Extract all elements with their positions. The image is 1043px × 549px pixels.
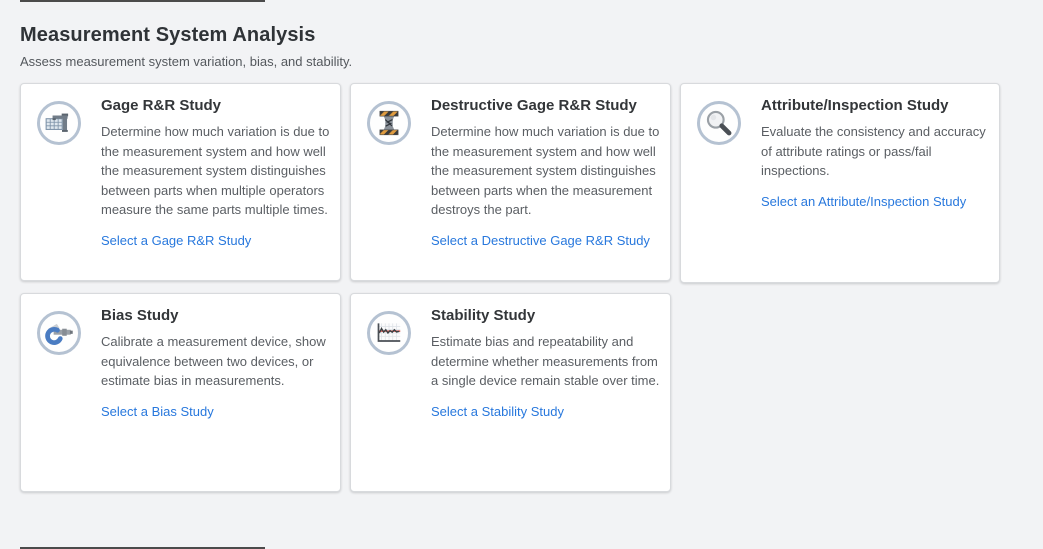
- page-title: Measurement System Analysis: [20, 24, 352, 47]
- card-destructive-gage-rr-study: Destructive Gage R&R Study Determine how…: [350, 83, 671, 281]
- select-gage-rr-study-link[interactable]: Select a Gage R&R Study: [101, 233, 251, 248]
- select-destructive-gage-rr-study-link[interactable]: Select a Destructive Gage R&R Study: [431, 233, 650, 248]
- card-description: Determine how much variation is due to t…: [431, 122, 662, 220]
- bias-study-icon: [37, 311, 81, 355]
- card-title: Stability Study: [431, 307, 662, 324]
- select-attribute-inspection-study-link[interactable]: Select an Attribute/Inspection Study: [761, 194, 966, 209]
- card-content: Gage R&R Study Determine how much variat…: [101, 97, 332, 280]
- card-description: Estimate bias and repeatability and dete…: [431, 332, 662, 391]
- card-content: Attribute/Inspection Study Evaluate the …: [761, 97, 991, 282]
- card-title: Destructive Gage R&R Study: [431, 97, 662, 114]
- stability-study-icon: [367, 311, 411, 355]
- destructive-gage-rr-icon: [367, 101, 411, 145]
- card-content: Destructive Gage R&R Study Determine how…: [431, 97, 662, 280]
- card-stability-study: Stability Study Estimate bias and repeat…: [350, 293, 671, 492]
- card-description: Calibrate a measurement device, show equ…: [101, 332, 332, 391]
- card-description: Evaluate the consistency and accuracy of…: [761, 122, 991, 181]
- page-header: Measurement System Analysis Assess measu…: [20, 24, 352, 69]
- select-stability-study-link[interactable]: Select a Stability Study: [431, 404, 564, 419]
- card-attribute-inspection-study: Attribute/Inspection Study Evaluate the …: [680, 83, 1000, 283]
- card-bias-study: Bias Study Calibrate a measurement devic…: [20, 293, 341, 492]
- card-gage-rr-study: Gage R&R Study Determine how much variat…: [20, 83, 341, 281]
- card-title: Attribute/Inspection Study: [761, 97, 991, 114]
- window-border-artifact-top: [20, 0, 265, 2]
- page-subtitle: Assess measurement system variation, bia…: [20, 54, 352, 69]
- gage-rr-icon: [37, 101, 81, 145]
- card-description: Determine how much variation is due to t…: [101, 122, 332, 220]
- card-content: Bias Study Calibrate a measurement devic…: [101, 307, 332, 491]
- select-bias-study-link[interactable]: Select a Bias Study: [101, 404, 214, 419]
- attribute-inspection-icon: [697, 101, 741, 145]
- card-title: Bias Study: [101, 307, 332, 324]
- measurement-system-analysis-page: Measurement System Analysis Assess measu…: [0, 0, 1043, 549]
- card-title: Gage R&R Study: [101, 97, 332, 114]
- card-content: Stability Study Estimate bias and repeat…: [431, 307, 662, 491]
